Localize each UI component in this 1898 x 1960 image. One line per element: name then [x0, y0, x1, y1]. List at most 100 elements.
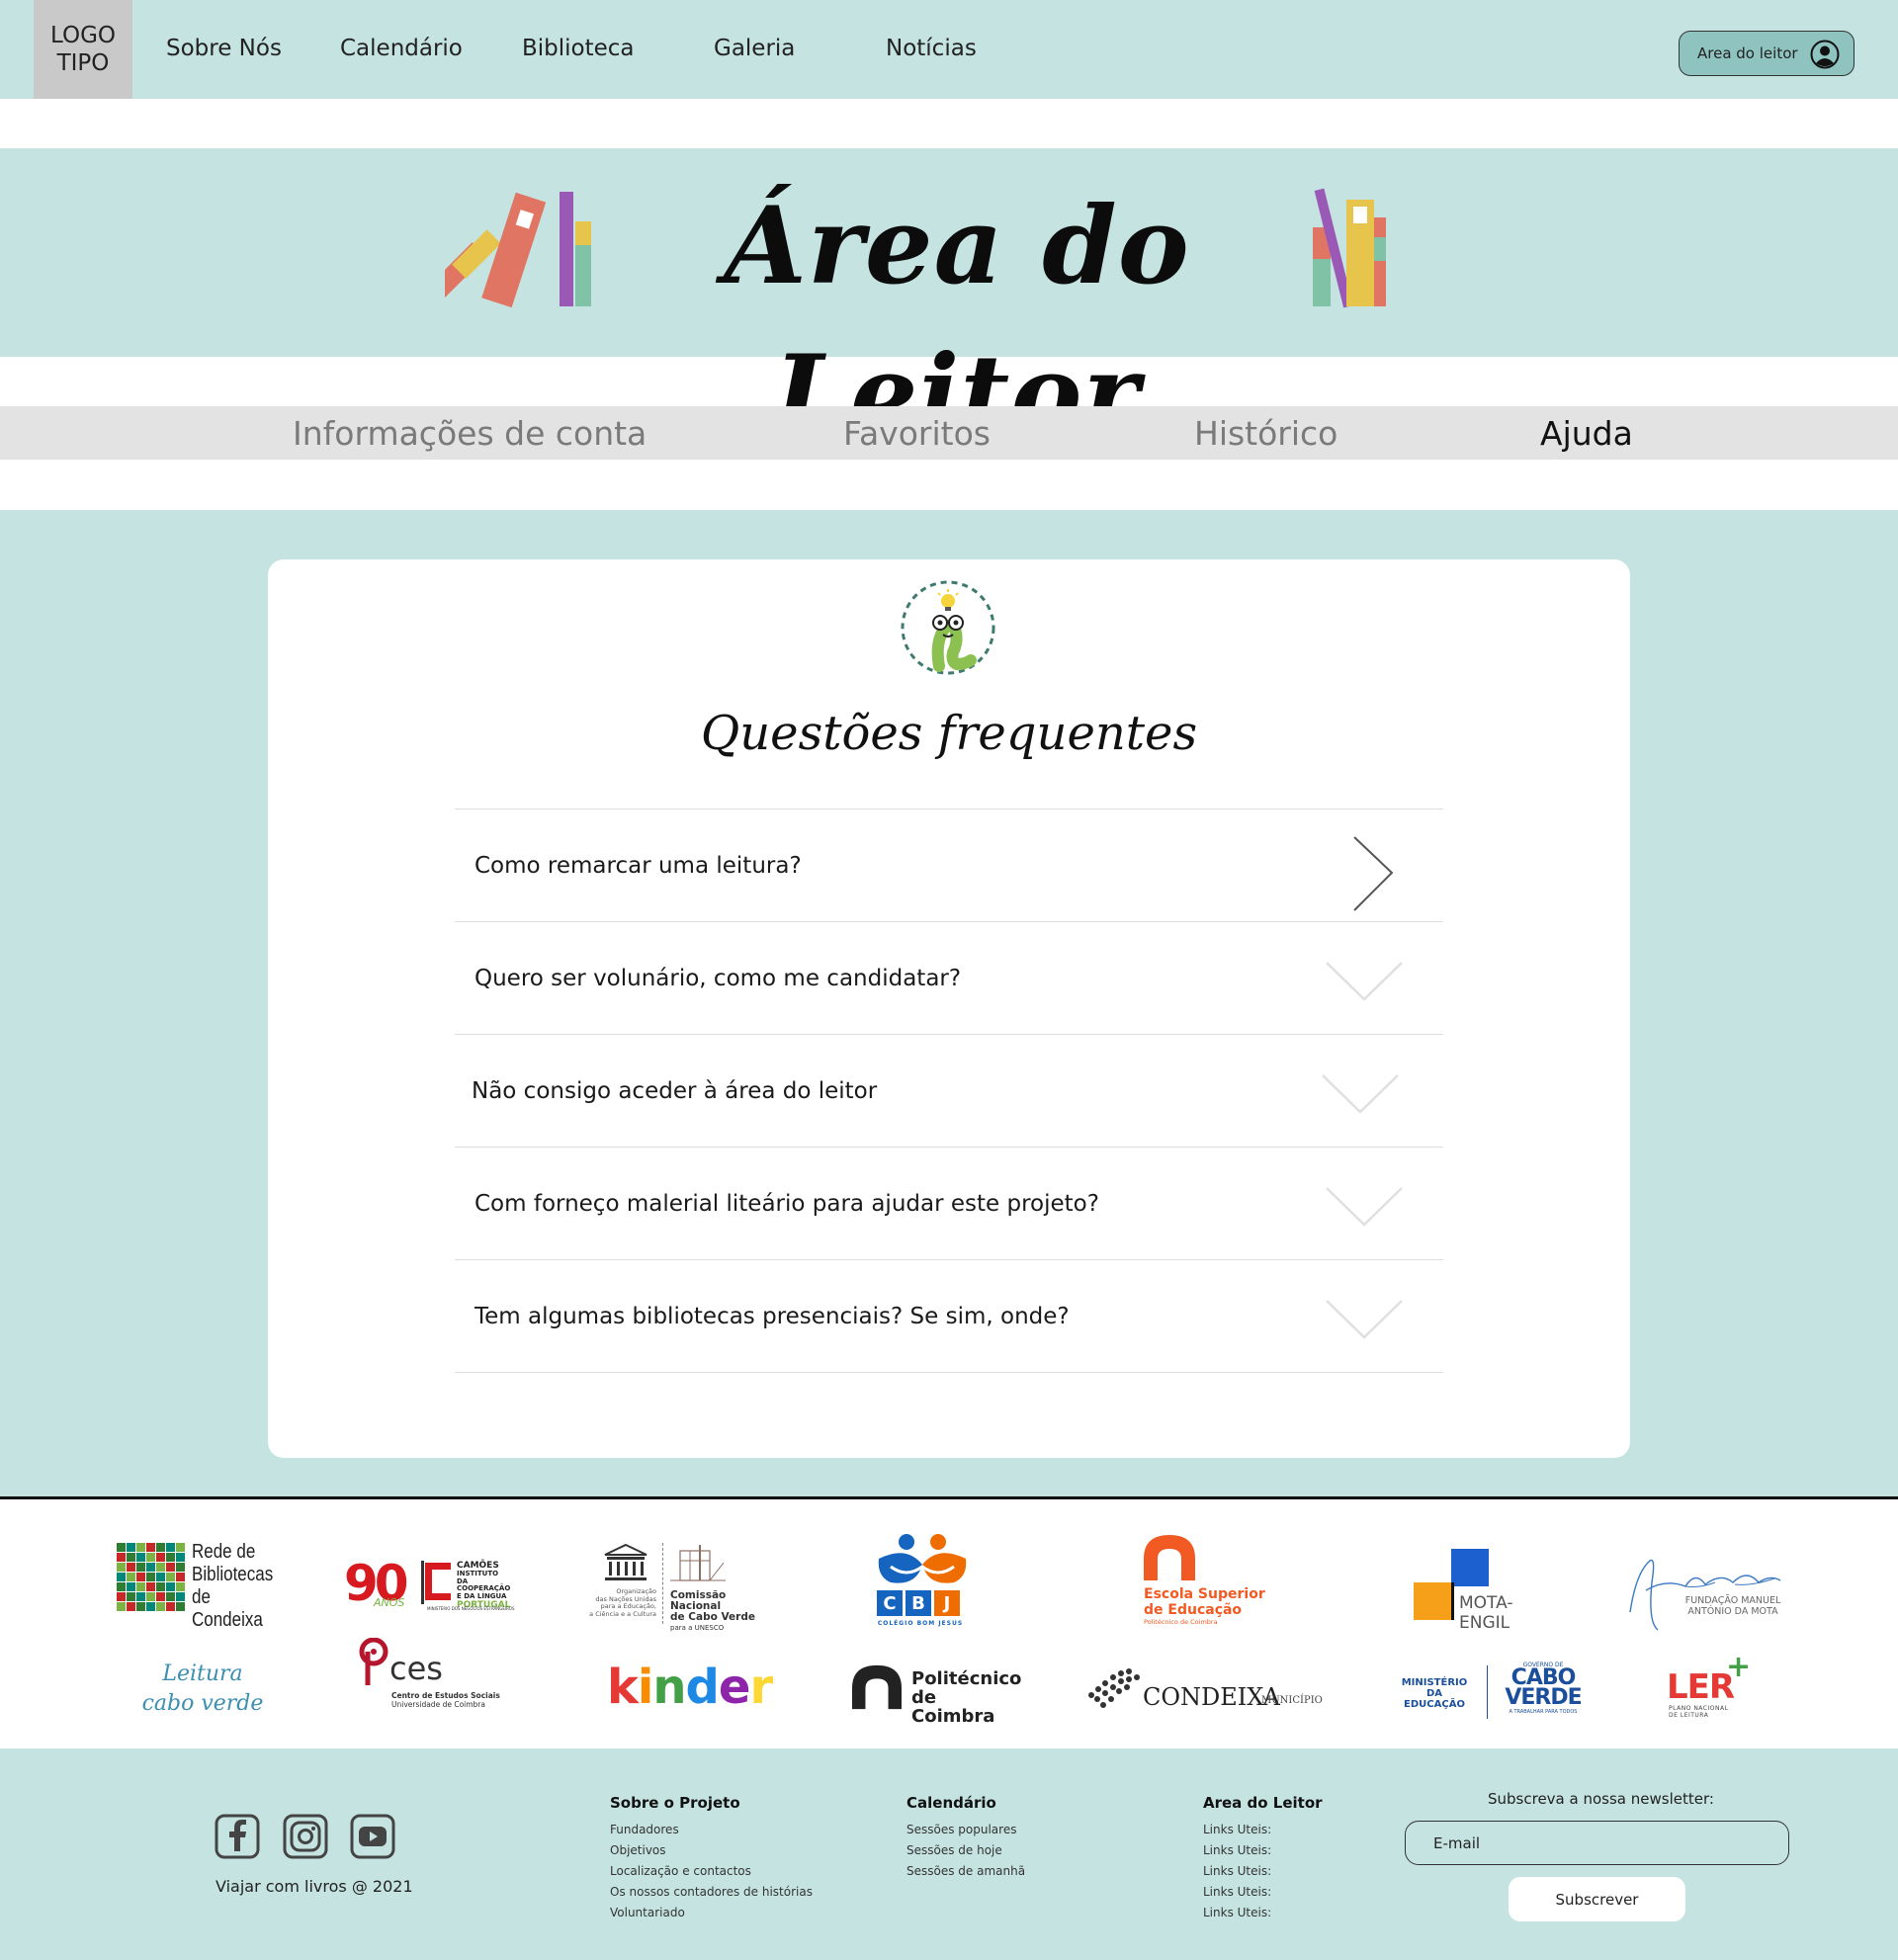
faq-item[interactable]: Tem algumas bibliotecas presenciais? Se …: [455, 1260, 1443, 1373]
footer-link[interactable]: Voluntariado: [610, 1903, 813, 1923]
tab-favoritos[interactable]: Favoritos: [843, 414, 991, 453]
logo-camoes[interactable]: 90 ANOS CAMÕES INSTITUTO DA COOPERAÇÃO E…: [344, 1555, 517, 1616]
mosaic-tile: [176, 1602, 185, 1611]
faq-item[interactable]: Quero ser volunário, como me candidatar?: [455, 922, 1443, 1035]
nav-link-calendario[interactable]: Calendário: [340, 36, 463, 61]
footer-link[interactable]: Objetivos: [610, 1840, 813, 1861]
chevron-down-icon[interactable]: [1325, 948, 1404, 1027]
ler-line-1: PLANO NACIONAL: [1669, 1705, 1729, 1712]
logo-mota-engil[interactable]: MOTA-ENGIL: [1414, 1549, 1562, 1633]
mosaic-tile: [136, 1602, 145, 1611]
mosaic-tile: [176, 1543, 185, 1552]
mosaic-tile: [136, 1543, 145, 1552]
bookworm-mascot-icon: [901, 580, 995, 675]
mosaic-tile: [117, 1553, 126, 1562]
faq-item[interactable]: Como remarcar uma leitura?: [455, 810, 1443, 922]
faq-item[interactable]: Não consigo aceder à área do leitor: [455, 1035, 1443, 1148]
footer-link[interactable]: Fundadores: [610, 1820, 813, 1840]
mosaic-tile: [117, 1602, 126, 1611]
plus-icon: +: [1726, 1650, 1752, 1684]
condeixa-name: CONDEIXA: [1143, 1683, 1280, 1711]
logo-placeholder[interactable]: LOGO TIPO: [34, 0, 132, 99]
mosaic-tile: [127, 1563, 135, 1572]
condeixa-sub: MUNICÍPIO: [1261, 1695, 1323, 1706]
ese-line-1: Escola Superior: [1144, 1586, 1265, 1602]
logo-condeixa-municipio[interactable]: CONDEIXA MUNICÍPIO: [1083, 1665, 1331, 1723]
faq-question: Como remarcar uma leitura?: [474, 853, 802, 879]
ces-line-2: Universidade de Coimbra: [391, 1700, 485, 1709]
logo-colegio-bom-jesus[interactable]: C B J COLÉGIO BOM JESUS: [873, 1533, 968, 1632]
unesco-com-2: de Cabo Verde: [670, 1611, 755, 1623]
subscribe-button[interactable]: Subscrever: [1509, 1877, 1685, 1921]
mosaic-tile: [146, 1553, 155, 1562]
politecnico-arch-icon: [852, 1664, 902, 1710]
footer-link[interactable]: Sessões de amanhã: [906, 1861, 1025, 1882]
politecnico-line-2: de Coimbra: [911, 1687, 995, 1727]
logo-governo-cabo-verde[interactable]: MINISTÉRIO DA EDUCAÇÃO GOVERNO DE CABO V…: [1392, 1662, 1586, 1721]
tab-informacoes-de-conta[interactable]: Informações de conta: [293, 414, 647, 453]
tab-ajuda[interactable]: Ajuda: [1540, 414, 1633, 453]
chevron-right-icon[interactable]: [1325, 835, 1404, 914]
nav-link-biblioteca[interactable]: Biblioteca: [522, 36, 635, 61]
cbj-letter-c: C: [877, 1590, 903, 1616]
faq-question: Tem algumas bibliotecas presenciais? Se …: [474, 1304, 1070, 1329]
footer-link[interactable]: Links Uteis:: [1203, 1840, 1323, 1861]
faq-question: Não consigo aceder à área do leitor: [472, 1078, 878, 1104]
facebook-icon[interactable]: [215, 1814, 260, 1859]
footer-link[interactable]: Sessões populares: [906, 1820, 1025, 1840]
ese-arch-icon: [1144, 1535, 1195, 1580]
mosaic-tile: [156, 1543, 165, 1552]
logo-kinder[interactable]: kinder: [607, 1660, 773, 1719]
mosaic-tile: [117, 1592, 126, 1601]
logo-politecnico-coimbra[interactable]: Politécnico de Coimbra: [852, 1663, 1021, 1726]
newsletter-email-input[interactable]: [1405, 1821, 1789, 1865]
kinder-letter: n: [652, 1660, 686, 1715]
logo-unesco-cabo-verde[interactable]: Organização das Nações Unidas para a Edu…: [589, 1541, 779, 1632]
footer-link[interactable]: Links Uteis:: [1203, 1882, 1323, 1903]
logo-line-2: TIPO: [56, 50, 110, 76]
nav-link-galeria[interactable]: Galeria: [714, 36, 795, 61]
mosaic-tile: [117, 1582, 126, 1591]
footer-link[interactable]: Localização e contactos: [610, 1861, 813, 1882]
mosaic-tile: [176, 1592, 185, 1601]
instagram-icon[interactable]: [283, 1814, 328, 1859]
mosaic-tile: [136, 1573, 145, 1581]
books-illustration-left: [445, 192, 591, 308]
nav-link-sobre-nos[interactable]: Sobre Nós: [166, 36, 282, 61]
mota-line: [1451, 1582, 1454, 1620]
faq-item[interactable]: Com forneço malerial liteário para ajuda…: [455, 1148, 1443, 1260]
camoes-ministry: MINISTÉRIO DOS NEGÓCIOS ESTRANGEIROS: [427, 1606, 515, 1611]
mosaic-tile: [166, 1563, 175, 1572]
mosaic-tile: [176, 1553, 185, 1562]
fundacao-line-1: FUNDAÇÃO MANUEL: [1684, 1595, 1781, 1606]
logo-escola-superior-educacao[interactable]: Escola Superior de Educação Politécnico …: [1142, 1535, 1280, 1634]
footer-link[interactable]: Links Uteis:: [1203, 1861, 1323, 1882]
reader-area-button[interactable]: Area do leitor: [1679, 31, 1855, 76]
logo-ler-plano-nacional[interactable]: LER + PLANO NACIONAL DE LEITURA: [1667, 1650, 1766, 1723]
footer-link[interactable]: Sessões de hoje: [906, 1840, 1025, 1861]
youtube-icon[interactable]: [350, 1814, 395, 1859]
mosaic-tile: [127, 1553, 135, 1562]
logo-fundacao-manuel-antonio-da-mota[interactable]: FUNDAÇÃO MANUEL ANTÓNIO DA MOTA: [1626, 1553, 1786, 1634]
cbj-letter-b: B: [906, 1590, 931, 1616]
tab-historico[interactable]: Histórico: [1194, 414, 1337, 453]
mosaic-tile: [127, 1582, 135, 1591]
footer-link[interactable]: Links Uteis:: [1203, 1903, 1323, 1923]
logo-rede-bibliotecas-condeixa[interactable]: Rede de Bibliotecas de Condeixa: [117, 1541, 285, 1631]
mosaic-tile: [127, 1602, 135, 1611]
footer-link[interactable]: Links Uteis:: [1203, 1820, 1323, 1840]
logo-ces[interactable]: ces Centro de Estudos Sociais Universida…: [356, 1638, 504, 1733]
chevron-down-icon[interactable]: [1325, 1286, 1404, 1365]
camoes-anos: ANOS: [374, 1596, 405, 1609]
cv-tag: A TRABALHAR PARA TODOS: [1509, 1709, 1578, 1715]
mosaic-tile: [166, 1573, 175, 1581]
logo-leitura-cabo-verde[interactable]: Leitura cabo verde: [138, 1660, 267, 1729]
footer-column-area-do-leitor: Area do Leitor Links Uteis: Links Uteis:…: [1203, 1794, 1323, 1923]
chevron-down-icon[interactable]: [1325, 1173, 1404, 1252]
chevron-down-icon[interactable]: [1321, 1061, 1400, 1140]
mosaic-tile: [156, 1602, 165, 1611]
ces-line-1: Centro de Estudos Sociais: [391, 1691, 500, 1700]
footer-link[interactable]: Os nossos contadores de histórias: [610, 1882, 813, 1903]
nav-link-noticias[interactable]: Notícias: [886, 36, 977, 61]
mosaic-tile: [146, 1573, 155, 1581]
